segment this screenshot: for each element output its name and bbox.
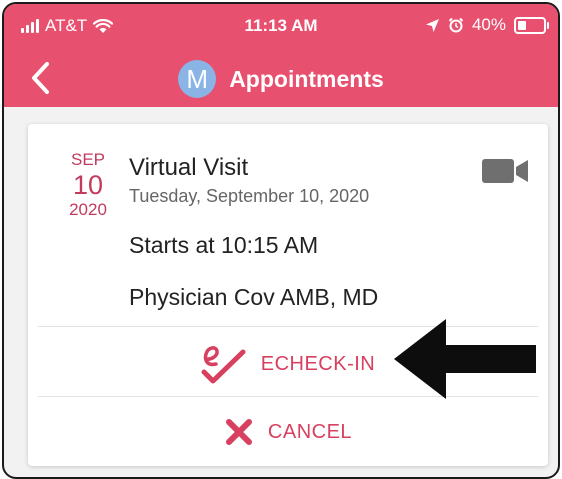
battery-icon (514, 16, 549, 34)
date-month: SEP (70, 150, 106, 169)
cancel-label: CANCEL (267, 420, 353, 443)
visit-start-time: Starts at 10:15 AM (129, 232, 319, 258)
appointment-card[interactable]: SEP 10 2020 Virtual Visit Tuesday, Septe… (28, 124, 548, 466)
cancel-button[interactable]: CANCEL (28, 404, 548, 460)
date-year: 2020 (69, 200, 107, 219)
page-title: Appointments (229, 65, 384, 92)
alarm-icon (448, 17, 464, 33)
echeck-in-icon (201, 346, 246, 384)
visit-title: Virtual Visit (129, 154, 249, 181)
location-arrow-icon (425, 18, 439, 32)
echeck-in-label: ECHECK-IN (260, 352, 376, 375)
top-bar: AT&T 11:13 AM 40% M Appointments (4, 4, 558, 107)
status-right: 40% (425, 15, 549, 35)
pointer-arrow-icon (394, 319, 536, 399)
avatar[interactable]: M (178, 60, 217, 98)
appointment-date-block: SEP 10 2020 (58, 150, 118, 220)
close-icon (225, 419, 252, 445)
physician-name: Physician Cov AMB, MD (129, 284, 379, 310)
phone-screen: AT&T 11:13 AM 40% M Appointments SEP 10 … (2, 2, 560, 479)
battery-percent: 40% (471, 15, 506, 34)
visit-date: Tuesday, September 10, 2020 (129, 186, 370, 206)
date-day: 10 (72, 170, 104, 200)
video-camera-icon (482, 159, 528, 183)
nav-title-group: M Appointments (4, 60, 558, 98)
